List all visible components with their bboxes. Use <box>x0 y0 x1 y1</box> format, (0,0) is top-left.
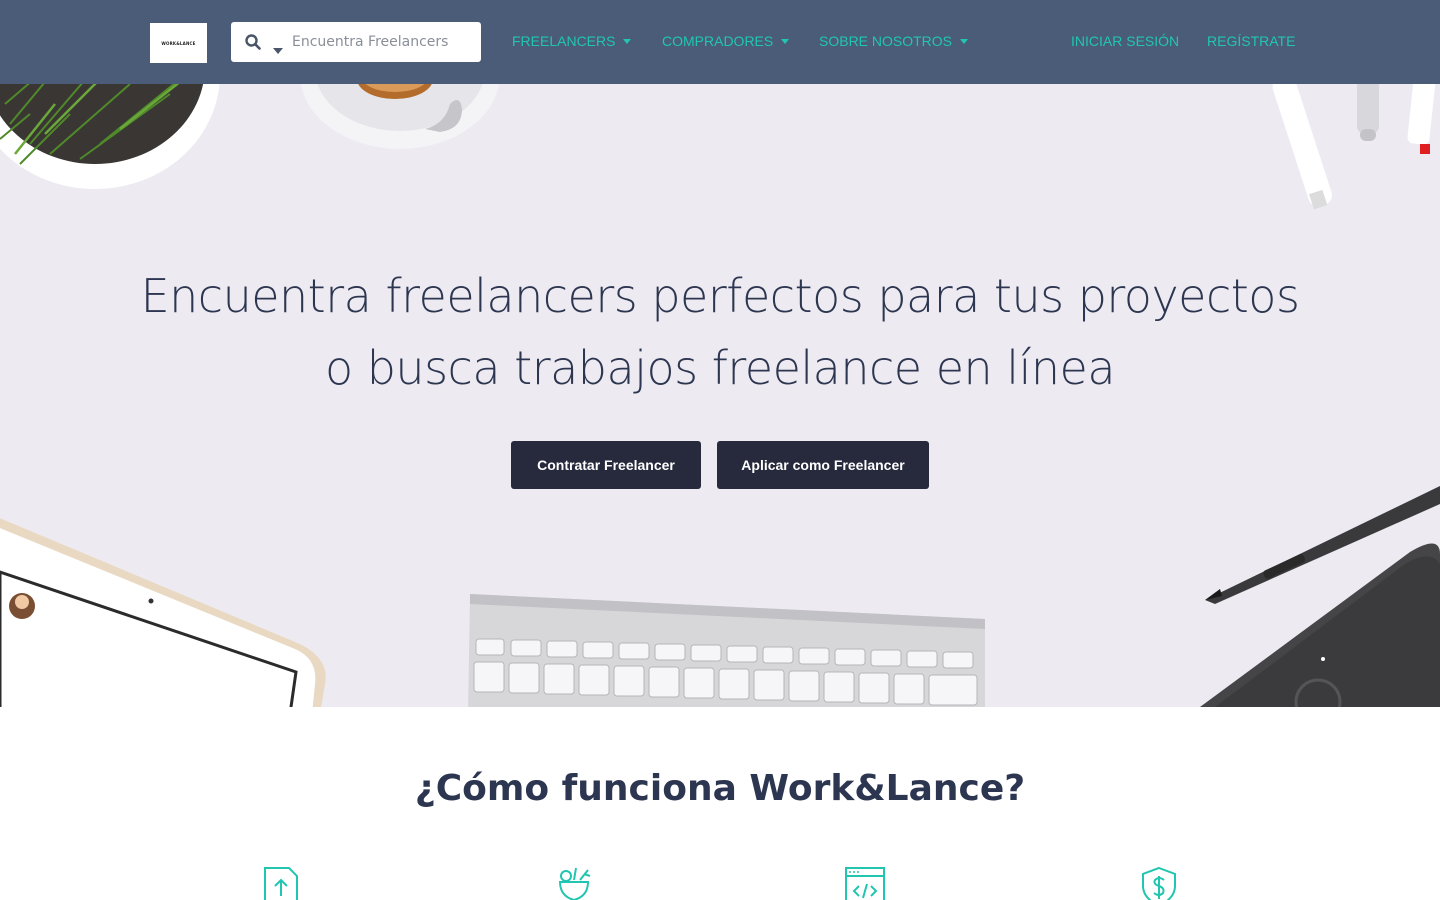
hero-title-line-1: Encuentra freelancers perfectos para tus… <box>140 269 1300 323</box>
secure-payment-icon <box>1142 866 1176 900</box>
search-bar <box>231 22 481 62</box>
logo-text: WORK&LANCE <box>161 40 196 46</box>
apply-freelancer-button[interactable]: Aplicar como Freelancer <box>717 441 929 489</box>
nav-freelancers[interactable]: FREELANCERS <box>512 33 632 49</box>
how-it-works-title: ¿Cómo funciona Work&Lance? <box>414 768 1026 809</box>
chevron-down-icon <box>623 38 632 44</box>
hero-title-line-2: o busca trabajos freelance en línea <box>324 341 1116 395</box>
chevron-down-icon <box>781 38 790 44</box>
drawing-tablet-image <box>1200 543 1440 707</box>
hire-freelancer-button[interactable]: Contratar Freelancer <box>511 441 701 489</box>
keyboard-image <box>468 594 985 707</box>
plant-pot-image <box>0 84 220 189</box>
logo[interactable]: WORK&LANCE <box>150 23 207 63</box>
upload-file-icon <box>264 867 298 900</box>
creative-tools-icon <box>558 867 591 900</box>
search-icon[interactable] <box>244 33 262 51</box>
register-link[interactable]: REGÍSTRATE <box>1207 33 1295 49</box>
nav-compradores-label: COMPRADORES <box>662 33 774 49</box>
hero-title: Encuentra freelancers perfectos para tus… <box>0 260 1440 404</box>
code-window-icon <box>845 867 885 900</box>
search-category-dropdown[interactable] <box>273 39 283 58</box>
search-input[interactable] <box>292 22 472 62</box>
nav-sobre-nosotros-label: SOBRE NOSOTROS <box>819 33 953 49</box>
nav-compradores[interactable]: COMPRADORES <box>662 33 790 49</box>
coffee-cup-image <box>300 84 500 149</box>
nav-sobre-nosotros[interactable]: SOBRE NOSOTROS <box>819 33 969 49</box>
markers-image <box>1272 84 1436 210</box>
chevron-down-icon <box>273 48 283 54</box>
login-link[interactable]: INICIAR SESIÓN <box>1071 33 1179 49</box>
tablet-image <box>0 518 326 707</box>
chevron-down-icon <box>960 38 969 44</box>
hero-section: Encuentra freelancers perfectos para tus… <box>0 84 1440 707</box>
nav-freelancers-label: FREELANCERS <box>512 33 616 49</box>
top-navbar: WORK&LANCE FREELANCERS COMPRADORES SOBRE… <box>0 0 1440 84</box>
